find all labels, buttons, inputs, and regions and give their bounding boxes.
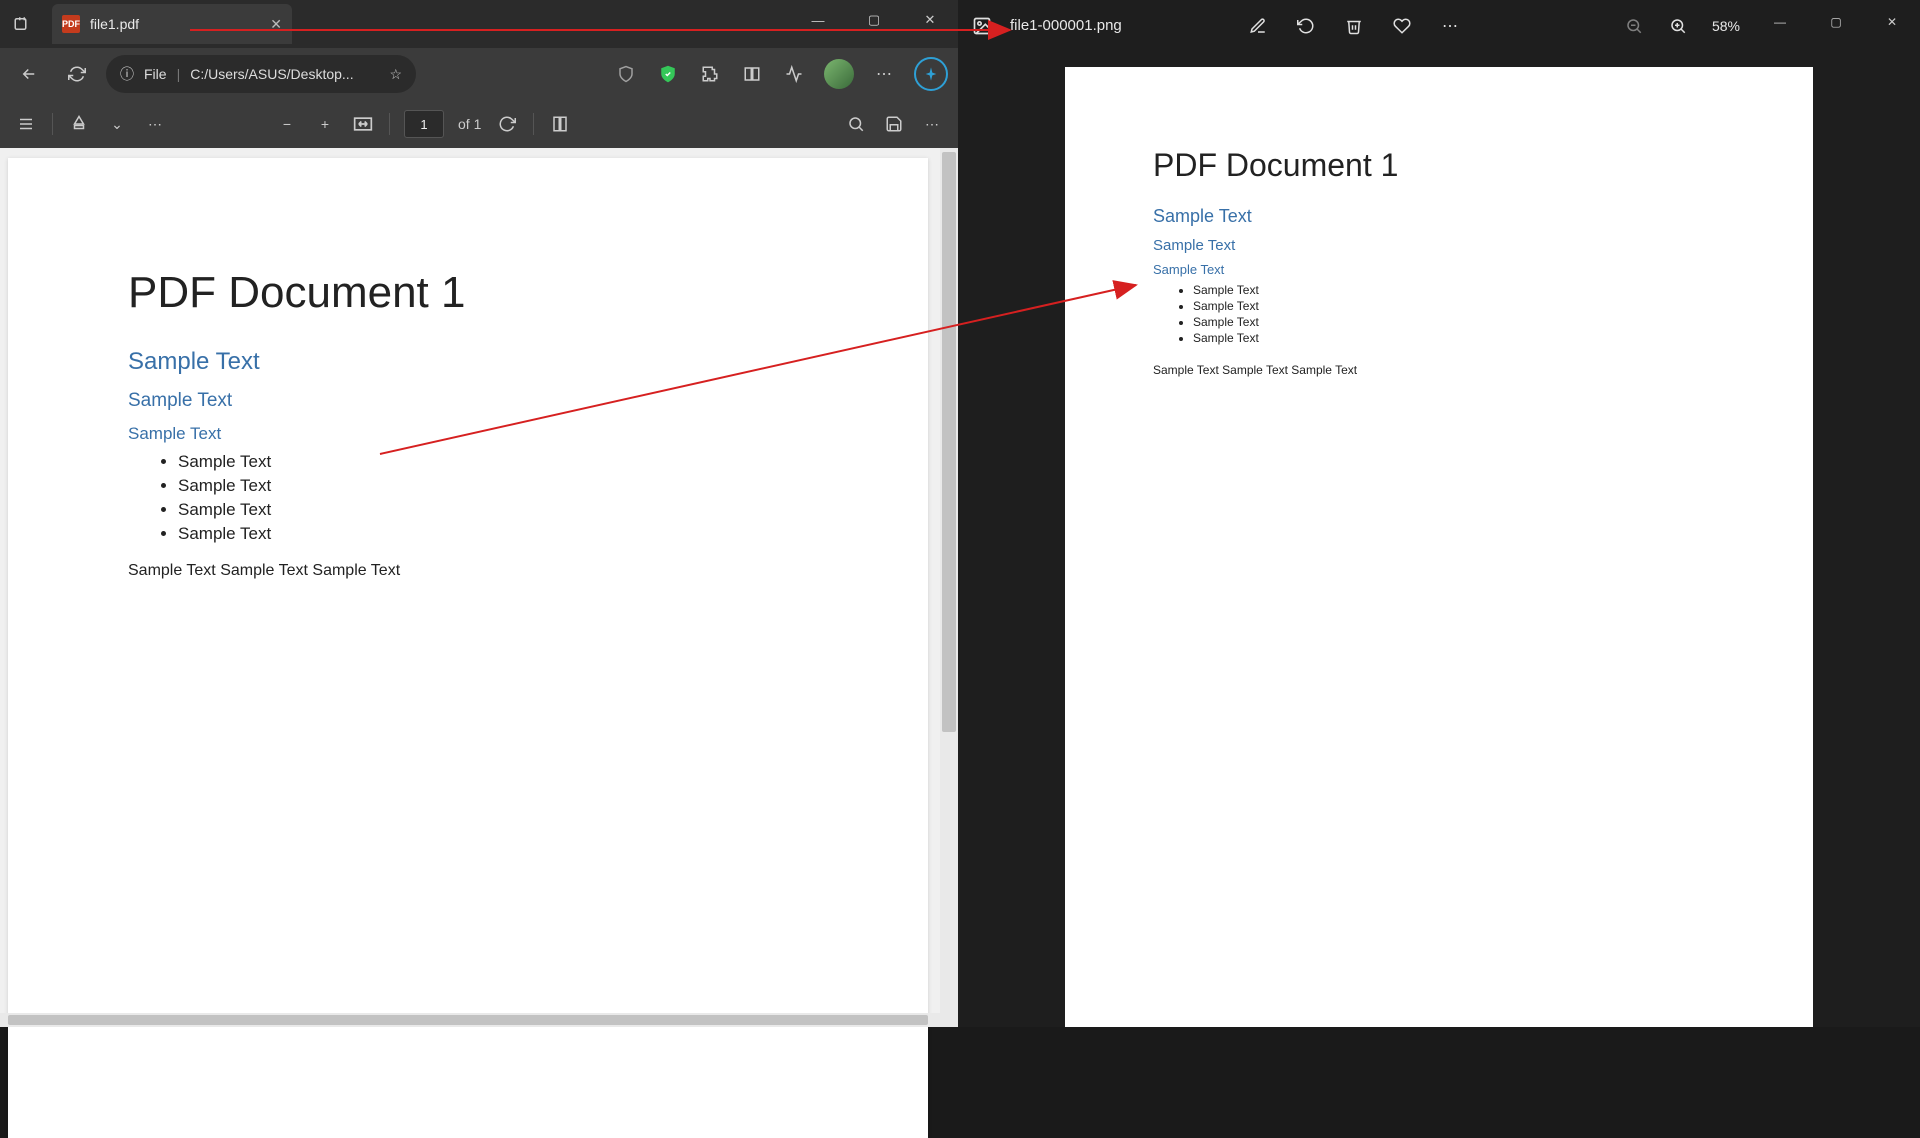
heading-h2: Sample Text bbox=[1153, 206, 1725, 227]
tab-title: file1.pdf bbox=[90, 16, 139, 32]
favorite-star-icon[interactable]: ☆ bbox=[389, 66, 402, 83]
rotate-icon[interactable] bbox=[495, 112, 519, 136]
browser-toolbar: ⓘ File | C:/Users/ASUS/Desktop... ☆ ⋯ bbox=[0, 48, 958, 100]
zoom-level-label: 58% bbox=[1712, 18, 1740, 34]
photos-filename: file1-000001.png bbox=[1010, 17, 1122, 34]
highlight-icon[interactable] bbox=[67, 112, 91, 136]
bullet-list: Sample Text Sample Text Sample Text Samp… bbox=[1193, 283, 1725, 345]
bullet-list: Sample Text Sample Text Sample Text Samp… bbox=[178, 452, 808, 544]
tab-close-button[interactable]: ✕ bbox=[270, 16, 282, 33]
document-title: PDF Document 1 bbox=[128, 268, 808, 318]
page-number-input[interactable] bbox=[404, 110, 444, 138]
heading-h4: Sample Text bbox=[1153, 262, 1725, 277]
profile-avatar[interactable] bbox=[824, 59, 854, 89]
list-item: Sample Text bbox=[178, 452, 808, 472]
list-item: Sample Text bbox=[1193, 331, 1725, 345]
scroll-thumb[interactable] bbox=[8, 1015, 928, 1025]
photos-viewport[interactable]: PDF Document 1 Sample Text Sample Text S… bbox=[958, 51, 1920, 1027]
back-button[interactable] bbox=[10, 55, 48, 93]
paragraph-text: Sample Text Sample Text Sample Text bbox=[1153, 363, 1725, 377]
scroll-thumb[interactable] bbox=[942, 152, 956, 732]
more-tools-icon[interactable]: ⋯ bbox=[143, 112, 167, 136]
pdf-page: PDF Document 1 Sample Text Sample Text S… bbox=[8, 158, 928, 1138]
info-icon: ⓘ bbox=[120, 64, 134, 84]
browser-titlebar: PDF file1.pdf ✕ — ▢ ✕ bbox=[0, 0, 958, 48]
window-controls: — ▢ ✕ bbox=[790, 0, 958, 40]
tab-actions-button[interactable] bbox=[0, 4, 44, 44]
pdf-toolbar: ⌄ ⋯ − + of 1 ⋯ bbox=[0, 100, 958, 148]
separator bbox=[389, 113, 390, 135]
photos-window-controls: — ▢ ✕ bbox=[1752, 0, 1920, 44]
rotate-icon[interactable] bbox=[1296, 16, 1316, 36]
browser-extensions: ⋯ bbox=[614, 57, 948, 91]
minimize-button[interactable]: — bbox=[1752, 0, 1808, 44]
pdf-file-icon: PDF bbox=[62, 15, 80, 33]
list-item: Sample Text bbox=[178, 476, 808, 496]
zoom-in-icon[interactable] bbox=[1668, 16, 1688, 36]
photos-titlebar: file1-000001.png ⋯ 58% bbox=[958, 0, 1920, 51]
chevron-down-icon[interactable]: ⌄ bbox=[105, 112, 129, 136]
list-item: Sample Text bbox=[178, 500, 808, 520]
favorite-heart-icon[interactable] bbox=[1392, 16, 1412, 36]
browser-window: PDF file1.pdf ✕ — ▢ ✕ ⓘ File | C:/Users/… bbox=[0, 0, 958, 1027]
heading-h4: Sample Text bbox=[128, 424, 808, 444]
close-button[interactable]: ✕ bbox=[1864, 0, 1920, 44]
security-shield-icon[interactable] bbox=[656, 62, 680, 86]
more-menu-icon[interactable]: ⋯ bbox=[872, 62, 896, 86]
photos-action-toolbar: ⋯ bbox=[1248, 16, 1460, 36]
tracking-shield-icon[interactable] bbox=[614, 62, 638, 86]
save-icon[interactable] bbox=[882, 112, 906, 136]
browser-tab[interactable]: PDF file1.pdf ✕ bbox=[52, 4, 292, 44]
extensions-icon[interactable] bbox=[698, 62, 722, 86]
photos-zoom-controls: 58% bbox=[1624, 16, 1740, 36]
list-item: Sample Text bbox=[1193, 315, 1725, 329]
url-path: C:/Users/ASUS/Desktop... bbox=[190, 66, 353, 82]
list-item: Sample Text bbox=[1193, 283, 1725, 297]
performance-icon[interactable] bbox=[782, 62, 806, 86]
page-view-icon[interactable] bbox=[548, 112, 572, 136]
page-total-label: of 1 bbox=[458, 116, 481, 132]
separator: | bbox=[177, 66, 181, 82]
refresh-button[interactable] bbox=[58, 55, 96, 93]
photos-window: file1-000001.png ⋯ 58% bbox=[958, 0, 1920, 1027]
more-menu-icon[interactable]: ⋯ bbox=[1440, 16, 1460, 36]
list-item: Sample Text bbox=[178, 524, 808, 544]
pdf-viewport[interactable]: PDF Document 1 Sample Text Sample Text S… bbox=[0, 148, 958, 1027]
fit-width-icon[interactable] bbox=[351, 112, 375, 136]
png-image-content: PDF Document 1 Sample Text Sample Text S… bbox=[1065, 67, 1813, 1027]
maximize-button[interactable]: ▢ bbox=[846, 0, 902, 40]
paragraph-text: Sample Text Sample Text Sample Text bbox=[128, 562, 808, 580]
edit-icon[interactable] bbox=[1248, 16, 1268, 36]
separator bbox=[533, 113, 534, 135]
image-icon bbox=[972, 16, 992, 36]
url-scheme: File bbox=[144, 66, 167, 82]
zoom-out-button[interactable]: − bbox=[275, 112, 299, 136]
list-item: Sample Text bbox=[1193, 299, 1725, 313]
zoom-in-button[interactable]: + bbox=[313, 112, 337, 136]
separator bbox=[52, 113, 53, 135]
horizontal-scrollbar[interactable] bbox=[0, 1013, 958, 1027]
copilot-button[interactable] bbox=[914, 57, 948, 91]
close-button[interactable]: ✕ bbox=[902, 0, 958, 40]
heading-h2: Sample Text bbox=[128, 348, 808, 376]
collections-icon[interactable] bbox=[740, 62, 764, 86]
vertical-scrollbar[interactable] bbox=[940, 148, 958, 1027]
toolbar-more-icon[interactable]: ⋯ bbox=[920, 112, 944, 136]
heading-h3: Sample Text bbox=[1153, 237, 1725, 254]
contents-toggle-icon[interactable] bbox=[14, 112, 38, 136]
heading-h3: Sample Text bbox=[128, 390, 808, 412]
delete-icon[interactable] bbox=[1344, 16, 1364, 36]
zoom-out-icon[interactable] bbox=[1624, 16, 1644, 36]
maximize-button[interactable]: ▢ bbox=[1808, 0, 1864, 44]
document-title: PDF Document 1 bbox=[1153, 147, 1725, 184]
search-icon[interactable] bbox=[844, 112, 868, 136]
address-bar[interactable]: ⓘ File | C:/Users/ASUS/Desktop... ☆ bbox=[106, 55, 416, 93]
minimize-button[interactable]: — bbox=[790, 0, 846, 40]
